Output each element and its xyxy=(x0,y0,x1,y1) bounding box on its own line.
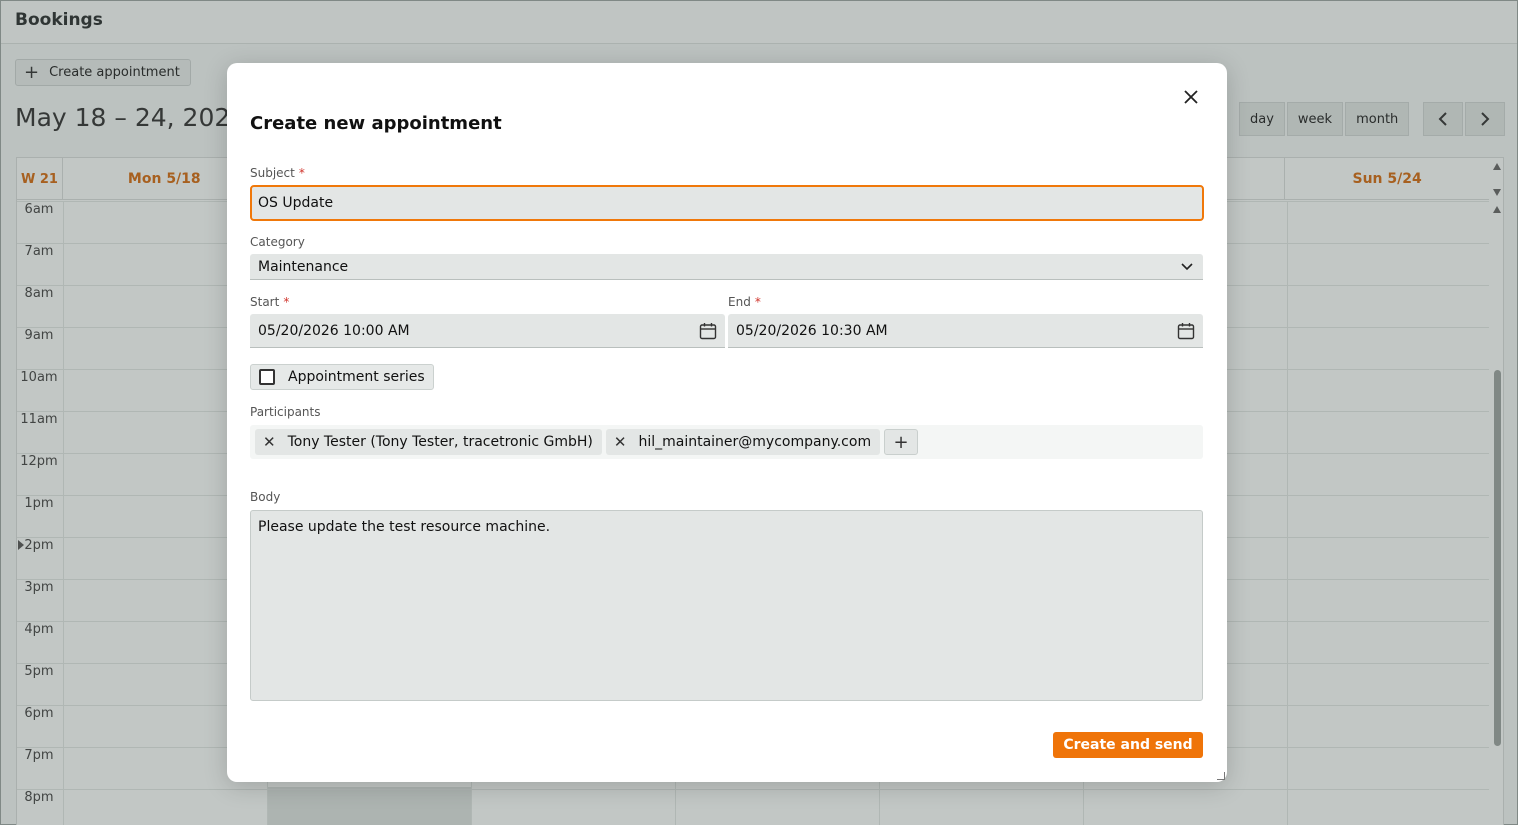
start-value: 05/20/2026 10:00 AM xyxy=(258,322,410,339)
participant-chip: ✕ hil_maintainer@mycompany.com xyxy=(605,429,881,455)
category-select[interactable]: Maintenance xyxy=(250,254,1203,280)
dialog-title: Create new appointment xyxy=(250,113,502,134)
participant-chip: ✕ Tony Tester (Tony Tester, tracetronic … xyxy=(255,429,602,455)
add-participant-button[interactable]: + xyxy=(884,429,919,455)
participants-field[interactable]: ✕ Tony Tester (Tony Tester, tracetronic … xyxy=(250,425,1203,459)
remove-icon[interactable]: ✕ xyxy=(263,433,276,451)
participant-name: Tony Tester (Tony Tester, tracetronic Gm… xyxy=(287,434,593,450)
start-label: Start * xyxy=(250,295,290,309)
close-button[interactable] xyxy=(1179,85,1203,109)
category-value: Maintenance xyxy=(258,258,349,275)
create-appointment-dialog: Create new appointment Subject * OS Updat… xyxy=(227,63,1227,782)
end-value: 05/20/2026 10:30 AM xyxy=(736,322,888,339)
remove-icon[interactable]: ✕ xyxy=(614,433,627,451)
calendar-icon[interactable] xyxy=(699,322,717,340)
series-checkbox[interactable] xyxy=(259,369,275,385)
subject-label: Subject * xyxy=(250,166,305,180)
start-datetime-input[interactable]: 05/20/2026 10:00 AM xyxy=(250,314,725,348)
chevron-down-icon xyxy=(1181,263,1193,271)
appointment-series-toggle[interactable]: Appointment series xyxy=(250,364,434,390)
body-textarea[interactable]: Please update the test resource machine. xyxy=(250,510,1203,701)
close-icon xyxy=(1184,90,1198,104)
participant-name: hil_maintainer@mycompany.com xyxy=(638,434,872,450)
body-label: Body xyxy=(250,490,281,504)
participants-label: Participants xyxy=(250,405,321,419)
calendar-icon[interactable] xyxy=(1177,322,1195,340)
resize-handle[interactable] xyxy=(1217,772,1225,780)
category-label: Category xyxy=(250,235,305,249)
create-and-send-button[interactable]: Create and send xyxy=(1053,732,1203,758)
subject-value: OS Update xyxy=(258,195,334,211)
series-label: Appointment series xyxy=(288,369,425,385)
subject-input[interactable]: OS Update xyxy=(250,185,1204,221)
end-label: End * xyxy=(728,295,761,309)
end-datetime-input[interactable]: 05/20/2026 10:30 AM xyxy=(728,314,1203,348)
